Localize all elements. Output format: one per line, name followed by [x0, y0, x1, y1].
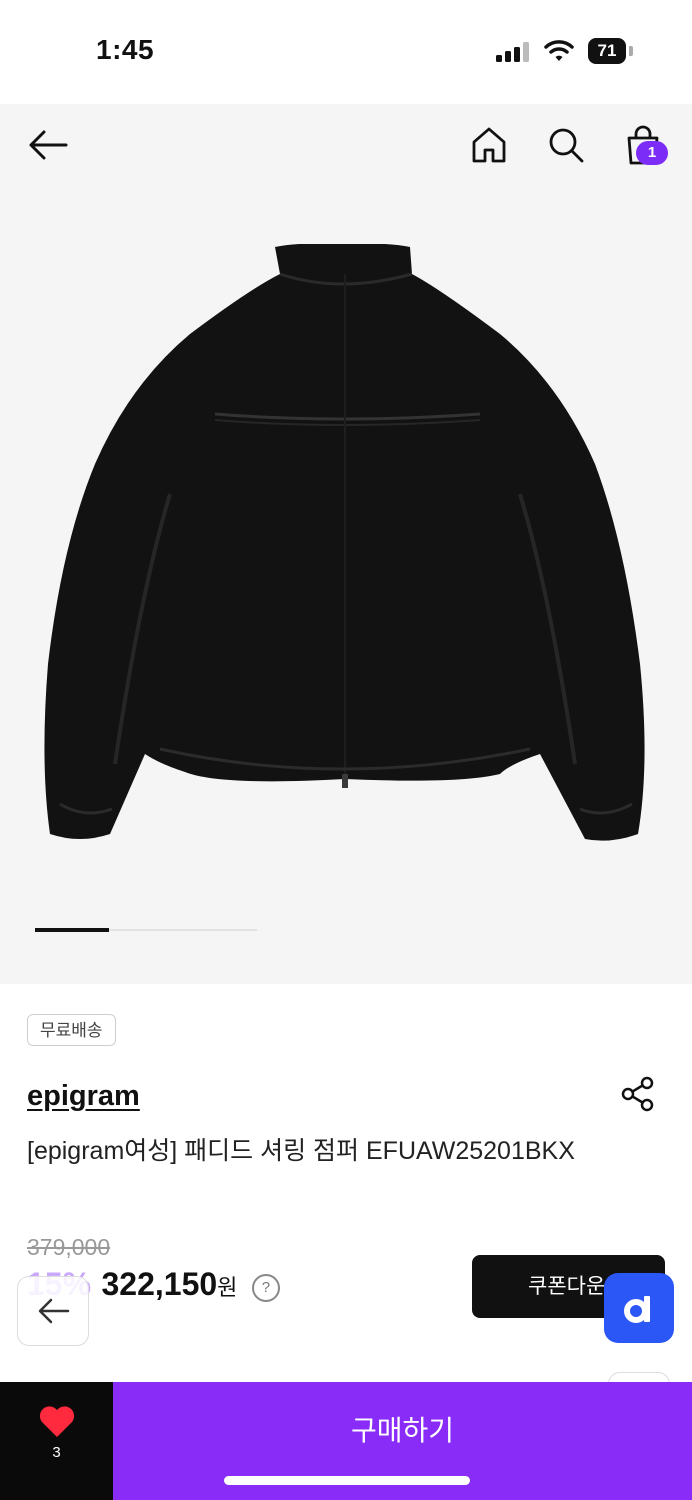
battery-tip — [629, 46, 633, 56]
cellular-signal-icon — [496, 42, 529, 62]
cart-count-badge: 1 — [636, 141, 668, 165]
like-count: 3 — [52, 1444, 61, 1461]
heart-icon — [39, 1406, 75, 1437]
back-arrow-icon[interactable] — [28, 130, 68, 160]
d-app-button[interactable] — [604, 1273, 674, 1343]
battery-icon: 71 — [588, 38, 626, 64]
product-title: [epigram여성] 패디드 셔링 점퍼 EFUAW25201BKX — [27, 1137, 575, 1165]
status-bar: 1:45 71 — [0, 0, 692, 104]
price-help-icon[interactable]: ? — [251, 1274, 280, 1302]
free-shipping-badge: 무료배송 — [27, 1014, 116, 1046]
back-arrow-icon — [38, 1298, 70, 1324]
search-icon[interactable] — [547, 126, 585, 164]
home-indicator — [224, 1476, 470, 1485]
floating-back-button[interactable] — [17, 1276, 89, 1346]
original-price: 379,000 — [27, 1234, 111, 1260]
product-photo-jacket — [44, 244, 645, 841]
status-time: 1:45 — [96, 34, 155, 65]
share-icon[interactable] — [620, 1076, 656, 1112]
wifi-icon — [544, 40, 574, 61]
d-logo-icon — [624, 1296, 650, 1323]
currency-unit: 원 — [217, 1275, 238, 1300]
product-image-gallery[interactable] — [0, 104, 692, 984]
sale-price: 322,150 — [101, 1266, 218, 1302]
brand-link[interactable]: epigram — [27, 1080, 140, 1113]
gallery-progress-indicator — [35, 928, 109, 932]
like-button[interactable]: 3 — [0, 1382, 113, 1500]
home-icon[interactable] — [471, 126, 507, 164]
